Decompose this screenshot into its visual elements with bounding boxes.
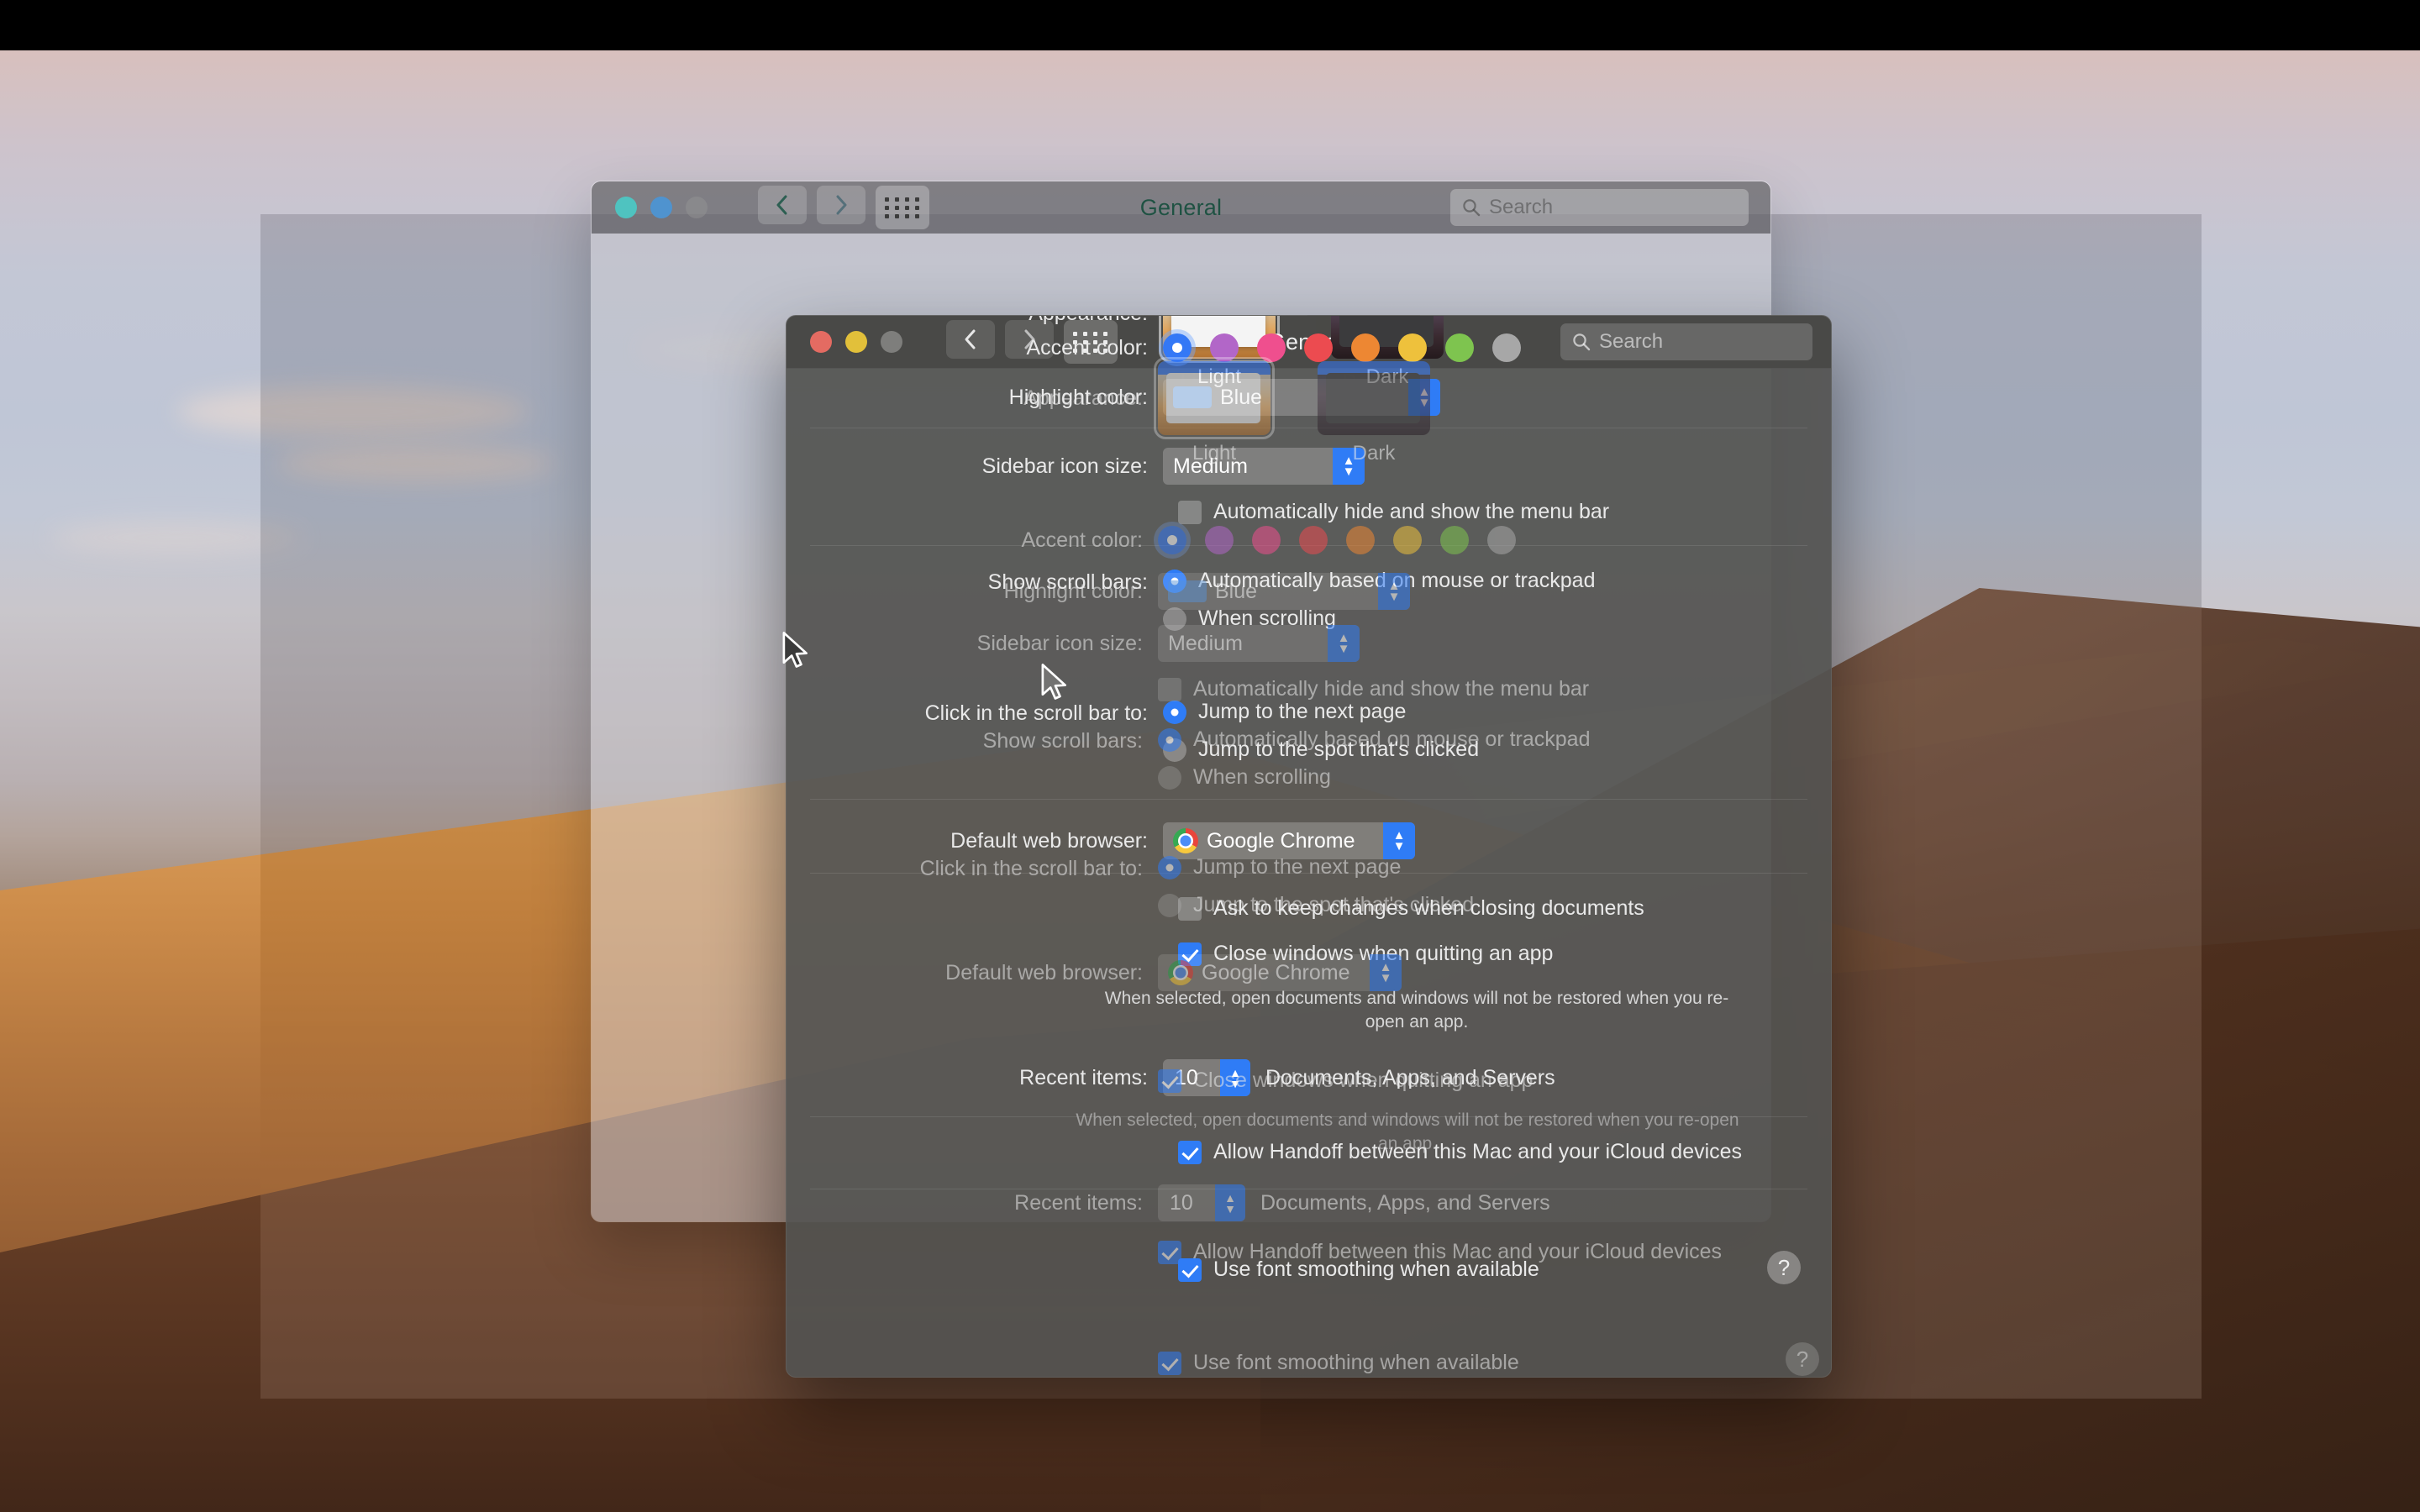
accent-swatch-graphite[interactable] [1492,333,1521,362]
recent-items-suffix: Documents, Apps, and Servers [1265,1065,1555,1089]
accent-swatch-green[interactable] [1445,333,1474,362]
close-windows-quitting-label: Close windows when quitting an app [1213,942,1554,965]
click-scroll-bar-row: Click in the scroll bar to: Jump to the … [786,700,1831,762]
accent-swatch-red[interactable] [1304,333,1333,362]
sidebar-icon-size-popup[interactable]: Medium ▲ ▼ [1163,448,1365,485]
click-scroll-option-next-page[interactable]: Jump to the next page [1163,700,1479,724]
default-web-browser-row: Default web browser: Google Chrome ▲ ▼ [786,822,1831,859]
scrollbars-radio-when-scrolling[interactable] [1163,606,1186,631]
accent-swatch-yellow[interactable] [1398,333,1427,362]
close-windows-quitting-checkbox[interactable] [1178,942,1202,966]
general-pane: Appearance: Light [786,316,1831,1377]
front-help-button[interactable]: ? [1767,1251,1801,1284]
menu-bar-autohide-label: Automatically hide and show the menu bar [1213,500,1610,523]
default-web-browser-popup[interactable]: Google Chrome ▲ ▼ [1163,822,1415,859]
arrow-cursor-inner [1041,664,1067,700]
font-smoothing-label: Use font smoothing when available [1213,1257,1539,1281]
menu-bar-autohide-checkbox[interactable] [1178,500,1202,524]
default-web-browser-value: Google Chrome [1207,828,1355,853]
accent-color-row: Accent color: [786,333,1831,362]
sidebar-icon-size-value: Medium [1173,454,1248,478]
recent-items-label: Recent items: [1019,1065,1148,1089]
chevron-updown-icon[interactable]: ▲ ▼ [1408,379,1440,416]
scrollbars-option-automatic-label: Automatically based on mouse or trackpad [1198,569,1596,592]
appearance-label: Appearance: [786,316,1148,326]
recent-items-value: 10 [1175,1065,1198,1089]
click-scroll-radio-next-page[interactable] [1163,700,1186,724]
highlight-color-row: Highlight color: Blue ▲ ▼ [786,379,1831,416]
handoff-checkbox[interactable] [1178,1140,1202,1164]
font-smoothing-row[interactable]: Use font smoothing when available [1178,1257,1539,1282]
click-scroll-radio-spot-clicked[interactable] [1163,738,1186,762]
chrome-icon [1173,828,1198,853]
click-scroll-option-spot-clicked[interactable]: Jump to the spot that's clicked [1163,738,1479,762]
system-preferences-window-front[interactable]: General Search Appearance: [786,315,1832,1378]
scrollbars-option-when-scrolling-label: When scrolling [1198,606,1336,630]
sidebar-icon-size-row: Sidebar icon size: Medium ▲ ▼ [786,448,1831,485]
scrollbars-option-when-scrolling[interactable]: When scrolling [1163,606,1595,631]
highlight-color-popup[interactable]: Blue ▲ ▼ [1163,379,1440,416]
highlight-color-swatch [1173,386,1212,408]
font-smoothing-checkbox[interactable] [1178,1257,1202,1282]
handoff-label: Allow Handoff between this Mac and your … [1213,1140,1743,1163]
chevron-updown-icon[interactable]: ▲ ▼ [1383,822,1415,859]
back-window-titlebar[interactable]: General Search [592,181,1770,234]
highlight-color-label: Highlight color: [1008,385,1148,409]
recent-items-row: Recent items: 10 ▲ ▼ Documents, Apps, and… [786,1059,1831,1096]
back-window-title: General [1139,194,1223,220]
accent-swatch-purple[interactable] [1210,333,1239,362]
ask-keep-changes-row[interactable]: Ask to keep changes when closing documen… [1178,896,1644,921]
recent-items-stepper[interactable]: 10 ▲ ▼ [1163,1059,1250,1096]
chevron-updown-icon[interactable]: ▲ ▼ [1333,448,1365,485]
scrollbars-option-automatic[interactable]: Automatically based on mouse or trackpad [1163,569,1595,593]
close-windows-quitting-note: When selected, open documents and window… [1104,989,1729,1032]
accent-swatch-list[interactable] [1163,333,1521,362]
menu-bar-autohide-row[interactable]: Automatically hide and show the menu bar [1178,500,1609,524]
accent-swatch-blue[interactable] [1163,333,1192,362]
ask-keep-changes-label: Ask to keep changes when closing documen… [1213,896,1644,920]
show-scroll-bars-row: Show scroll bars: Automatically based on… [786,569,1831,631]
ask-keep-changes-checkbox[interactable] [1178,896,1202,921]
arrow-cursor-outer [782,632,808,668]
click-scroll-bar-label: Click in the scroll bar to: [924,701,1148,725]
default-web-browser-label: Default web browser: [950,828,1148,853]
accent-swatch-pink[interactable] [1257,333,1286,362]
close-windows-quitting-row[interactable]: Close windows when quitting an app [1178,942,1553,966]
desktop-screen: General Search Appearance: [0,0,2420,1512]
accent-swatch-orange[interactable] [1351,333,1380,362]
click-scroll-option-next-page-label: Jump to the next page [1198,700,1407,723]
accent-color-label: Accent color: [1026,335,1148,360]
sidebar-icon-size-label: Sidebar icon size: [981,454,1148,478]
scrollbars-radio-automatic[interactable] [1163,569,1186,593]
show-scroll-bars-label: Show scroll bars: [987,570,1148,594]
handoff-row[interactable]: Allow Handoff between this Mac and your … [1178,1140,1742,1164]
highlight-color-value: Blue [1220,385,1263,409]
click-scroll-option-spot-clicked-label: Jump to the spot that's clicked [1198,738,1480,761]
chevron-updown-icon[interactable]: ▲ ▼ [1220,1059,1250,1096]
